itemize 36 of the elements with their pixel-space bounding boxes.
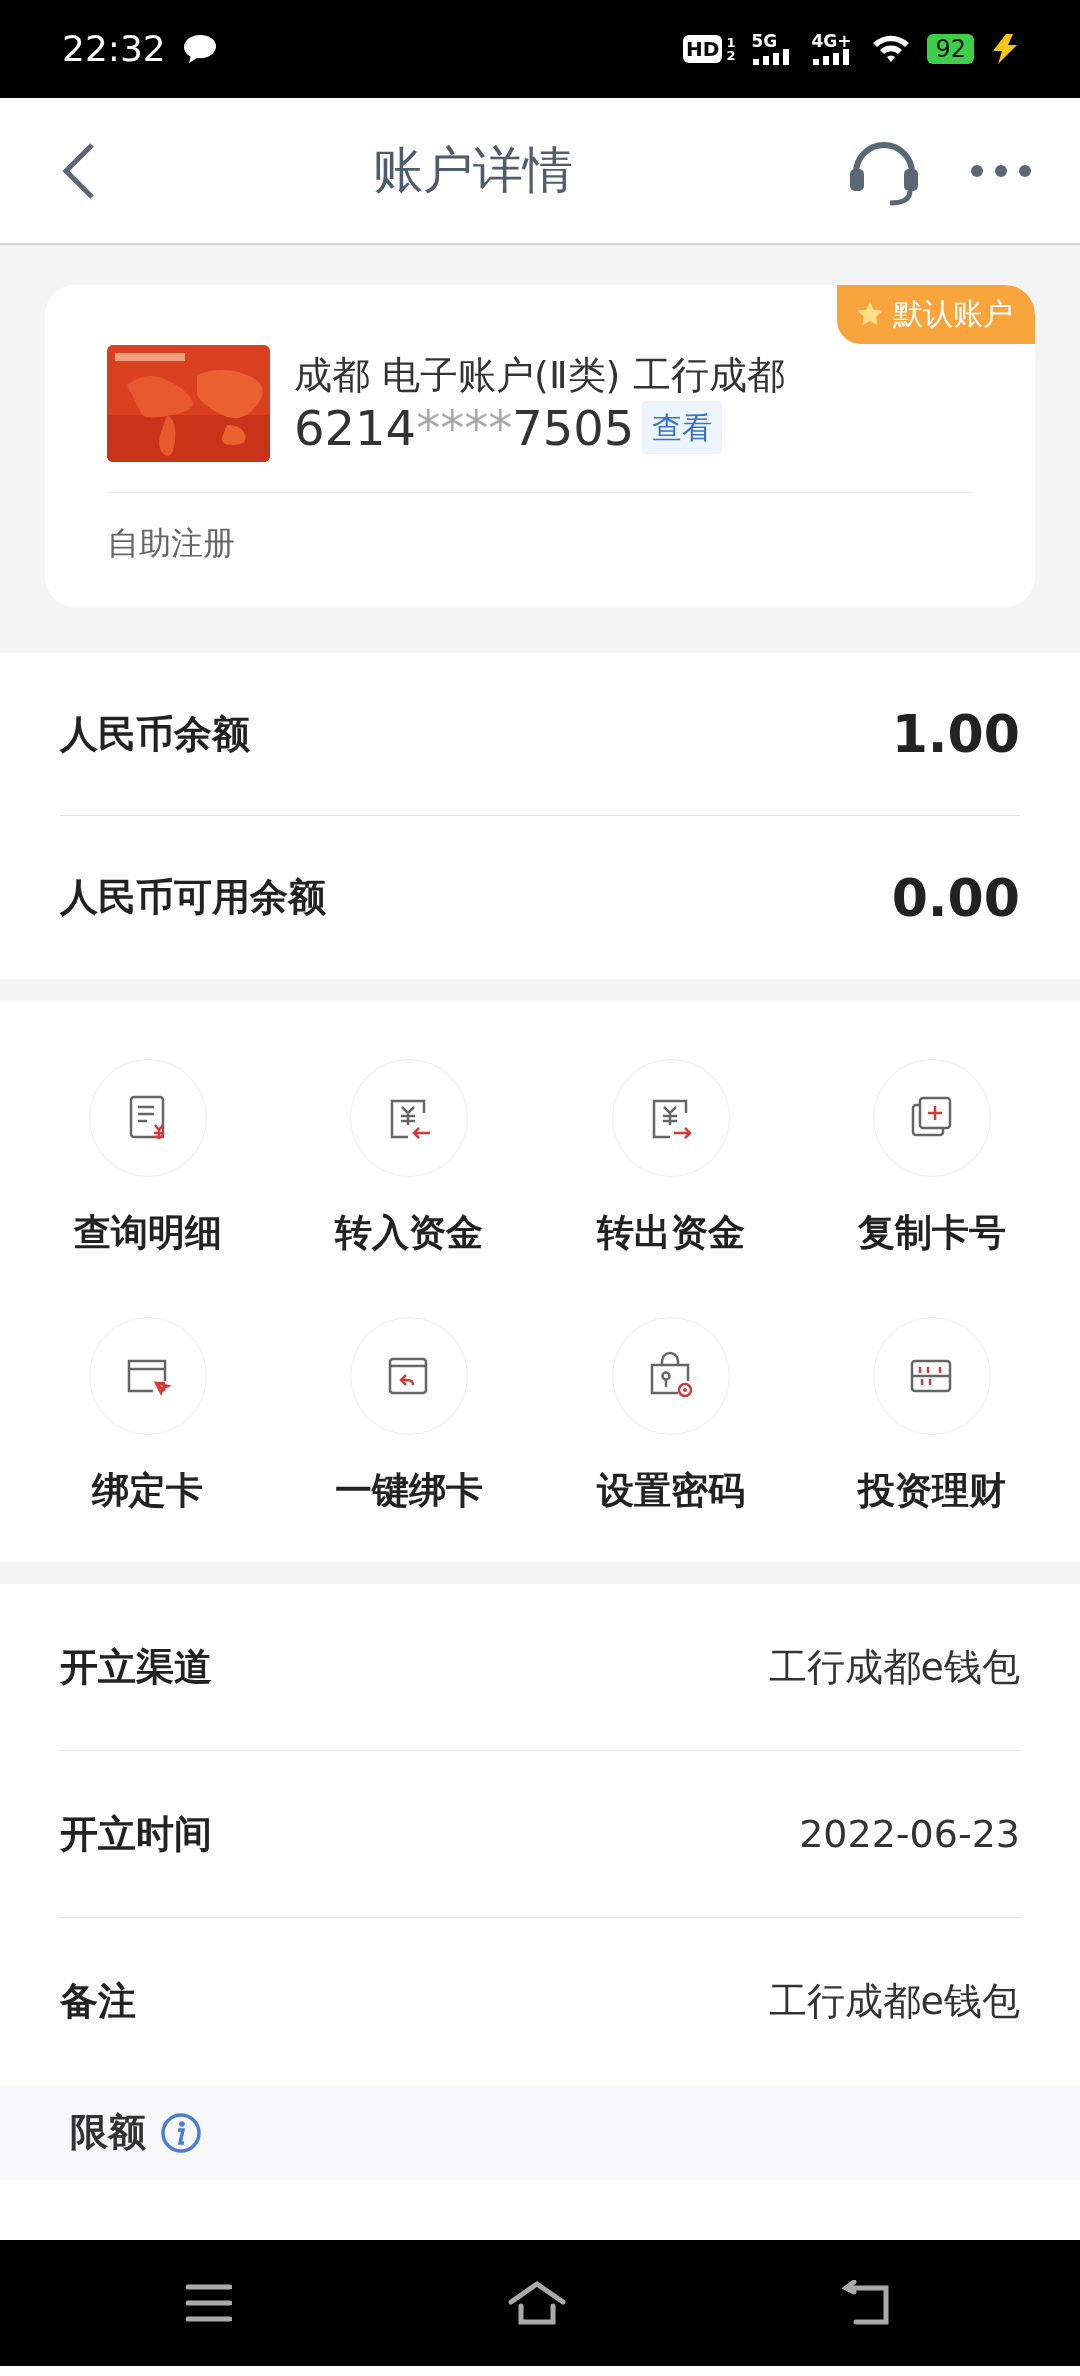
network-type: 5G [751,33,779,49]
section-title: 限额 [70,2109,146,2156]
action-button[interactable]: 复制卡号 [801,1059,1063,1261]
detail-label: 备注 [60,1978,136,2025]
home-button[interactable] [507,2280,567,2326]
battery-level: 92 [927,34,974,64]
sim-number: 2 [726,49,736,62]
balance-label: 人民币余额 [60,710,250,758]
balance-amount: 0.00 [891,866,1020,930]
page-title: 账户详情 [373,140,573,201]
detail-label: 开立时间 [60,1810,212,1858]
action-button[interactable]: 投资理财 [801,1316,1063,1518]
action-button[interactable]: 绑定卡 [17,1316,279,1518]
action-button[interactable]: 一键绑卡 [278,1316,540,1518]
action-button[interactable]: 设置密码 [540,1316,802,1518]
clock-time: 22:32 [62,27,166,71]
account-source: 自助注册 [107,492,973,567]
account-name: 成都 电子账户(Ⅱ类) 工行成都 [294,351,785,399]
network-type: 4G+ [811,33,853,49]
action-button[interactable]: 查询明细 [17,1059,279,1261]
action-button[interactable]: 转出资金 [540,1059,802,1261]
balance-amount: 1.00 [891,703,1020,766]
detail-value: 工行成都e钱包 [768,1978,1020,2025]
info-button[interactable] [160,2111,202,2154]
detail-value: 工行成都e钱包 [768,1643,1020,1691]
menu-button[interactable] [185,2283,232,2323]
card-number: 6214****7505 [294,398,635,457]
sim-number: 1 [726,36,736,49]
chat-bubble-icon [181,33,218,65]
reveal-button[interactable]: 查看 [642,401,723,454]
detail-label: 开立渠道 [60,1643,212,1691]
balance-label: 人民币可用余额 [60,874,326,921]
detail-value: 2022-06-23 [799,1810,1020,1858]
hd-indicator: HD [683,35,723,63]
badge-label: 默认账户 [893,295,1013,333]
action-button[interactable]: 转入资金 [278,1059,540,1261]
